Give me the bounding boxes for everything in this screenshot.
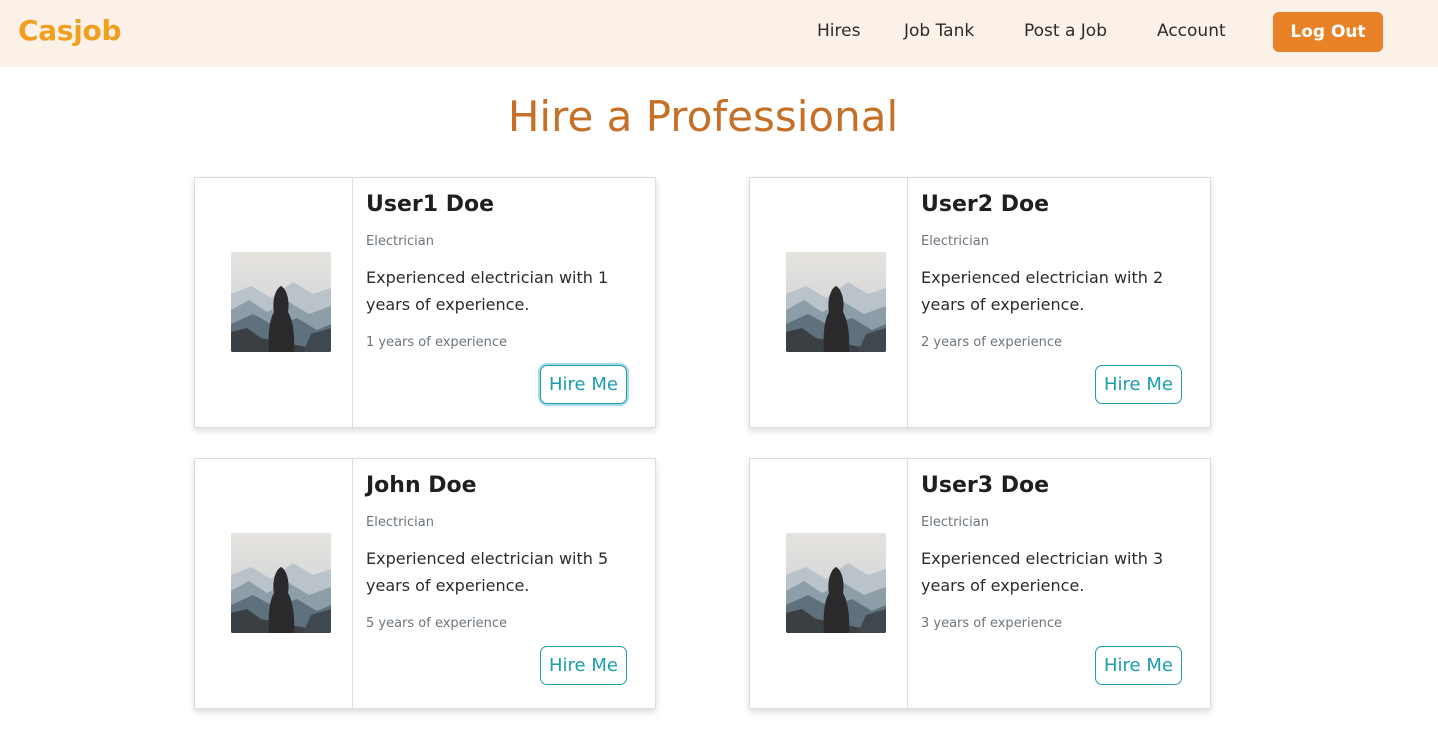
professional-bio: Experienced electrician with 3 years of … — [921, 549, 1164, 595]
brand-logo[interactable]: Casjob — [18, 14, 121, 47]
hire-me-button[interactable]: Hire Me — [1095, 646, 1182, 685]
nav-link-account[interactable]: Account — [1157, 21, 1226, 41]
nav-link-hires[interactable]: Hires — [817, 21, 860, 41]
experience-text: 3 years of experience — [921, 616, 1063, 631]
nav-link-job-tank[interactable]: Job Tank — [904, 21, 974, 41]
hire-me-button[interactable]: Hire Me — [540, 646, 627, 685]
professional-card: John Doe Electrician Experienced electri… — [194, 458, 656, 709]
professional-name: User3 Doe — [921, 473, 1049, 498]
professional-title: Electrician — [366, 515, 434, 530]
professional-bio: Experienced electrician with 1 years of … — [366, 268, 609, 314]
page-title: Hire a Professional — [507, 92, 899, 141]
professional-name: John Doe — [366, 473, 477, 498]
card-image-column — [195, 178, 353, 427]
professional-bio: Experienced electrician with 5 years of … — [366, 549, 609, 595]
experience-text: 1 years of experience — [366, 335, 508, 350]
professional-title: Electrician — [921, 234, 989, 249]
professional-title: Electrician — [366, 234, 434, 249]
experience-text: 2 years of experience — [921, 335, 1063, 350]
card-image-column — [750, 178, 908, 427]
profile-photo — [231, 252, 331, 352]
hire-me-button[interactable]: Hire Me — [540, 365, 627, 404]
professional-name: User1 Doe — [366, 192, 494, 217]
professional-card: User3 Doe Electrician Experienced electr… — [749, 458, 1211, 709]
hire-me-button[interactable]: Hire Me — [1095, 365, 1182, 404]
professional-title: Electrician — [921, 515, 989, 530]
professional-bio: Experienced electrician with 2 years of … — [921, 268, 1164, 314]
professional-card: User1 Doe Electrician Experienced electr… — [194, 177, 656, 428]
top-navbar: Casjob Hires Job Tank Post a Job Account… — [0, 0, 1438, 67]
professional-card: User2 Doe Electrician Experienced electr… — [749, 177, 1211, 428]
nav-link-post-a-job[interactable]: Post a Job — [1024, 21, 1107, 41]
professional-name: User2 Doe — [921, 192, 1049, 217]
card-image-column — [750, 459, 908, 708]
profile-photo — [786, 252, 886, 352]
logout-button[interactable]: Log Out — [1273, 12, 1383, 52]
profile-photo — [231, 533, 331, 633]
experience-text: 5 years of experience — [366, 616, 508, 631]
card-image-column — [195, 459, 353, 708]
profile-photo — [786, 533, 886, 633]
